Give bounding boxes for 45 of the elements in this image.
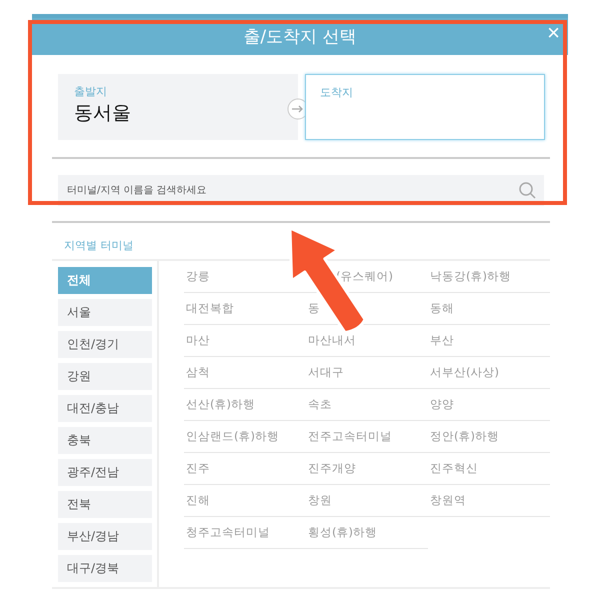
region-tab[interactable]: 광주/전남 [58,459,152,486]
arrival-field[interactable]: 도착지 [305,74,545,140]
terminal-item[interactable]: 인삼랜드(휴)하행 [186,429,279,444]
terminal-item[interactable]: 낙동강(휴)하행 [430,269,511,284]
terminal-item[interactable]: 동 [308,301,320,316]
terminal-item[interactable]: 마산 [186,333,210,348]
terminal-item[interactable]: 진주혁신 [430,461,478,476]
terminal-item[interactable]: 창원역 [430,493,466,508]
terminal-item[interactable]: (유스퀘어) [336,269,393,284]
region-tab[interactable]: 강원 [58,363,152,390]
departure-value: 동서울 [74,101,132,126]
section-title: 지역별 터미널 [64,239,134,252]
search-icon[interactable] [519,182,536,199]
terminal-item[interactable]: 속초 [308,397,332,412]
region-tab[interactable]: 충북 [58,427,152,454]
terminal-item[interactable]: 정안(휴)하행 [430,429,499,444]
terminal-item[interactable]: 진주개양 [308,461,356,476]
region-tab[interactable]: 대구/경북 [58,555,152,582]
region-tab[interactable]: 전북 [58,491,152,518]
terminal-item[interactable]: 서부산(사상) [430,365,499,380]
terminal-item[interactable]: 삼척 [186,365,210,380]
terminal-item[interactable]: 창원 [308,493,332,508]
terminal-item[interactable]: 진해 [186,493,210,508]
departure-label: 출발지 [74,84,108,99]
terminal-item[interactable]: 청주고속터미널 [186,525,270,540]
dialog-title: 출/도착지 선택 [243,26,357,48]
terminal-item[interactable]: 횡성(휴)하행 [308,525,377,540]
region-tab[interactable]: 인천/경기 [58,331,152,358]
terminal-item[interactable]: 강릉 [186,269,210,284]
terminal-item[interactable]: 부산 [430,333,454,348]
terminal-item[interactable]: 양양 [430,397,454,412]
region-tab[interactable]: 대전/충남 [58,395,152,422]
departure-field[interactable]: 출발지 동서울 [58,74,298,140]
arrival-label: 도착지 [320,85,353,100]
region-tab[interactable]: 부산/경남 [58,523,152,550]
terminal-item[interactable]: 진주 [186,461,210,476]
region-tab[interactable]: 서울 [58,299,152,326]
terminal-item[interactable]: 마산내서 [308,333,356,348]
close-button[interactable]: × [545,22,562,44]
terminal-item[interactable]: 선산(휴)하행 [186,397,255,412]
region-tab[interactable]: 전체 [58,267,152,294]
terminal-item[interactable]: 대전복합 [186,301,234,316]
terminal-item[interactable]: 서대구 [308,365,344,380]
terminal-item[interactable]: 전주고속터미널 [308,429,392,444]
terminal-item[interactable]: 동해 [430,301,454,316]
